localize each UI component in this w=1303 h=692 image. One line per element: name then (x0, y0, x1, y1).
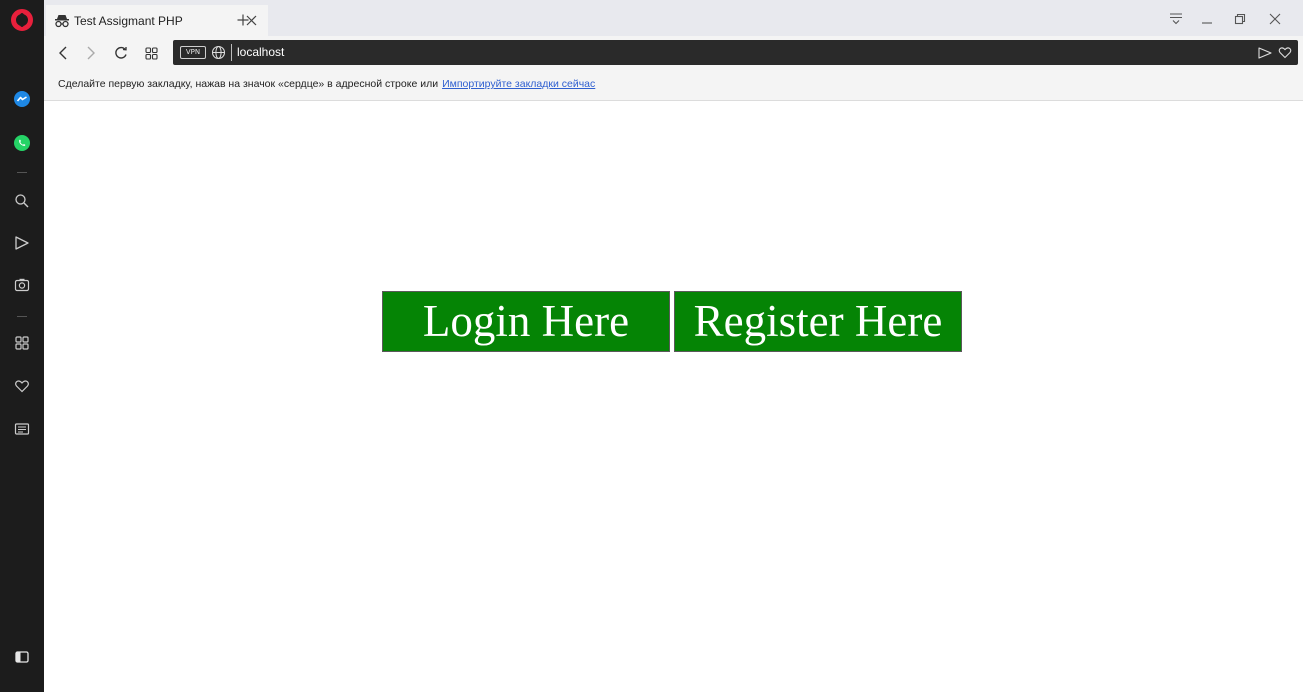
send-icon[interactable] (9, 230, 35, 256)
reload-icon[interactable] (110, 42, 132, 64)
bookmarks-message: Сделайте первую закладку, нажав на значо… (58, 78, 595, 90)
sidebar-toggle-icon[interactable] (9, 644, 35, 670)
whatsapp-icon[interactable] (9, 130, 35, 156)
globe-icon[interactable] (211, 45, 226, 60)
search-icon[interactable] (9, 188, 35, 214)
back-icon[interactable] (52, 42, 74, 64)
navigation-bar: VPN localhost (44, 36, 1303, 69)
browser-sidebar (0, 0, 44, 692)
page-content: Login Here Register Here (44, 101, 1303, 692)
address-bar[interactable]: VPN localhost (173, 40, 1298, 65)
camera-icon[interactable] (9, 272, 35, 298)
restore-icon[interactable] (1227, 8, 1253, 30)
bookmarks-bar: Сделайте первую закладку, нажав на значо… (44, 69, 1303, 101)
incognito-icon (54, 14, 70, 28)
url-text[interactable]: localhost (237, 44, 284, 61)
tab-strip: Test Assigmant PHP (44, 0, 1303, 36)
news-icon[interactable] (9, 416, 35, 442)
register-button[interactable]: Register Here (674, 291, 962, 352)
tab-title: Test Assigmant PHP (74, 13, 183, 28)
sidebar-separator (17, 172, 27, 173)
speed-dial-icon[interactable] (9, 330, 35, 356)
forward-icon[interactable] (80, 42, 102, 64)
close-window-icon[interactable] (1262, 8, 1288, 30)
new-tab-button[interactable] (232, 9, 254, 31)
login-button[interactable]: Login Here (382, 291, 670, 352)
heart-icon[interactable] (9, 373, 35, 399)
bookmark-heart-icon[interactable] (1276, 44, 1294, 61)
vpn-badge[interactable]: VPN (180, 46, 206, 59)
messenger-icon[interactable] (9, 86, 35, 112)
minimize-icon[interactable] (1194, 8, 1220, 30)
bookmarks-hint-text: Сделайте первую закладку, нажав на значо… (58, 78, 439, 90)
tab-menu-icon[interactable] (1163, 8, 1189, 30)
speed-dial-icon[interactable] (140, 42, 162, 64)
url-divider (231, 44, 232, 61)
send-icon[interactable] (1256, 44, 1274, 61)
opera-logo-icon[interactable] (11, 9, 33, 31)
sidebar-separator (17, 316, 27, 317)
import-bookmarks-link[interactable]: Импортируйте закладки сейчас (442, 78, 595, 90)
